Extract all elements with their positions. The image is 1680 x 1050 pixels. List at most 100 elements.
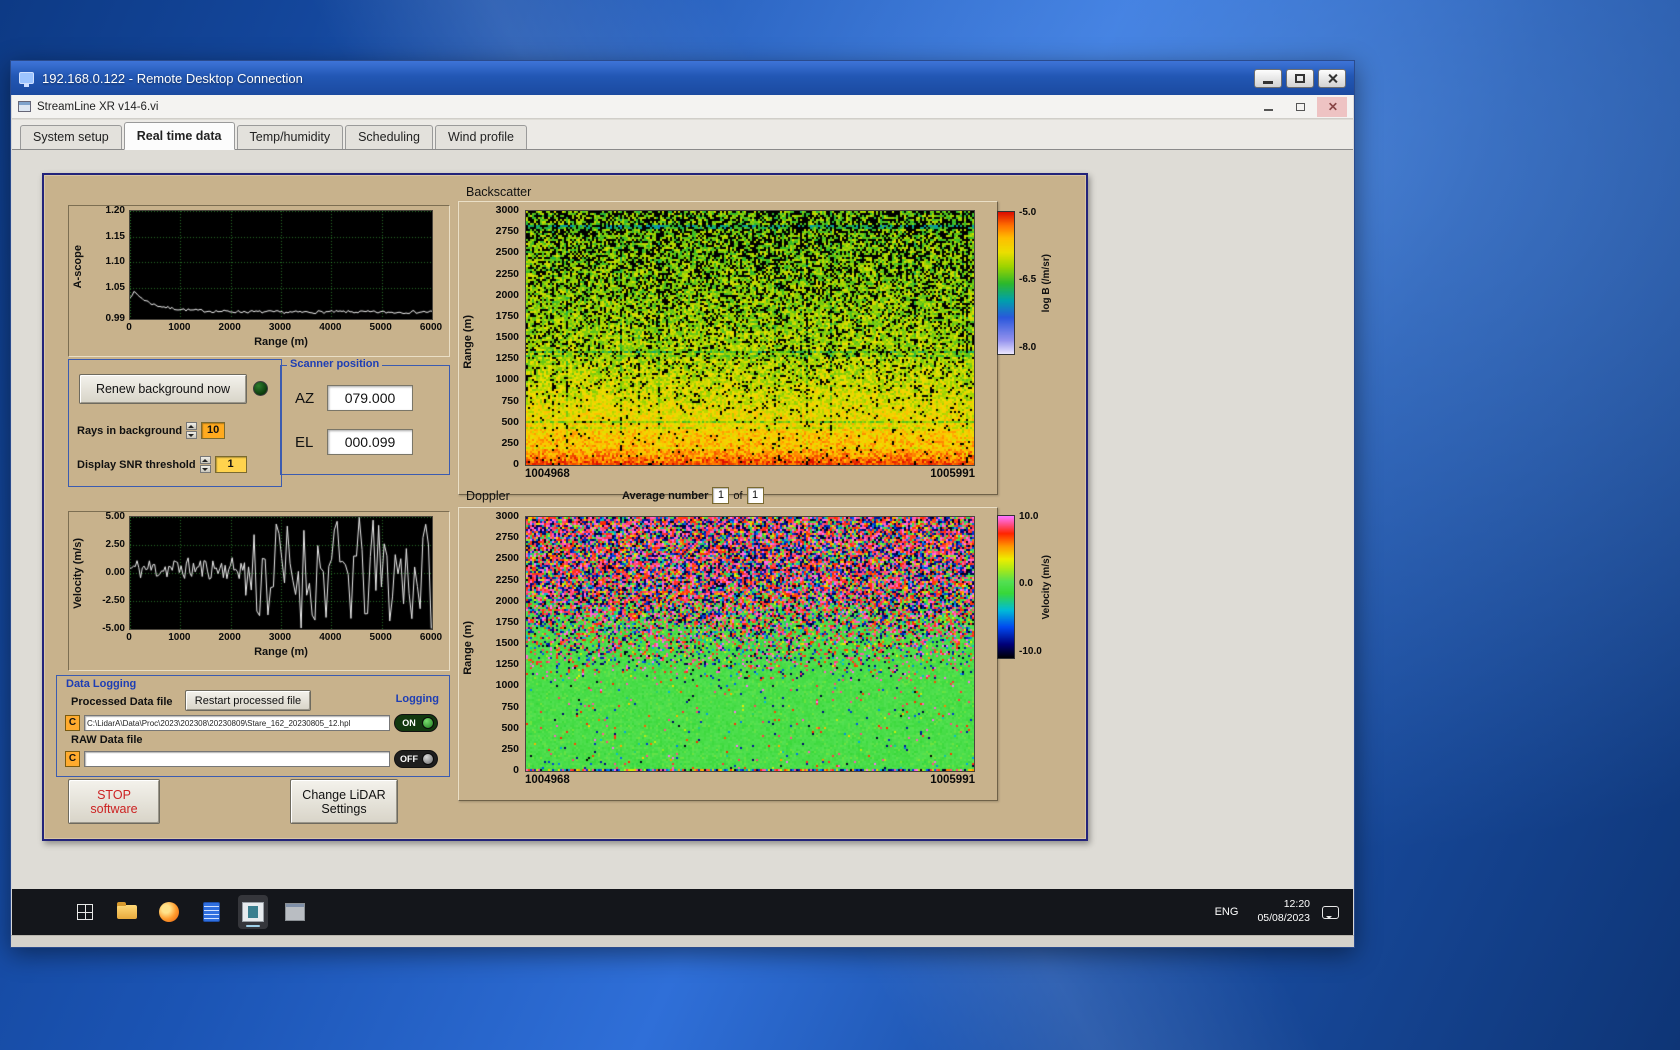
y-tick-label: 1000 [495,679,519,692]
a-scope-x-ticks: 0 1000 2000 3000 4000 5000 6000 [126,322,442,334]
rdp-horizontal-scrollbar[interactable] [11,935,1354,947]
average-total-field[interactable]: 1 [746,487,764,504]
raw-path-drive-icon[interactable]: C [65,751,80,767]
x-tick-start: 1004968 [525,468,570,480]
y-tick-label: 2000 [495,288,519,301]
rdp-close-button[interactable] [1318,68,1346,88]
restart-processed-file-button[interactable]: Restart processed file [185,690,311,711]
x-tick-label: 6000 [419,322,443,333]
y-tick-label: 1.15 [105,230,125,242]
x-tick-label: 0 [126,322,132,333]
y-tick-label: 0 [513,458,519,470]
y-tick-label: 1750 [495,309,519,322]
task-view-button[interactable] [70,895,100,929]
tab-wind-profile[interactable]: Wind profile [434,125,527,149]
remote-desktop-area: StreamLine XR v14-6.vi System setup Real… [12,95,1353,935]
change-lidar-settings-button[interactable]: Change LiDAR Settings [290,779,398,824]
rays-in-background-label: Rays in background [77,424,183,437]
renew-background-button[interactable]: Renew background now [79,374,247,404]
y-tick-label: 250 [501,436,519,449]
minimize-icon [1263,109,1273,111]
rays-spinner[interactable] [186,422,198,439]
y-tick-label: 0.00 [105,567,125,578]
backscatter-y-axis-label: Range (m) [462,315,474,369]
tab-scheduling[interactable]: Scheduling [345,125,433,149]
doppler-colorbar-label: Velocity (m/s) [1041,554,1052,620]
y-tick-label: 1.05 [105,282,125,294]
notification-icon[interactable] [1322,905,1339,919]
x-tick-label: 0 [126,632,132,643]
rdp-minimize-button[interactable] [1254,68,1282,88]
processed-logging-toggle[interactable]: ON [394,714,438,732]
firefox-button[interactable] [154,895,184,929]
backscatter-colorbar-label: log B (/m/sr) [1041,253,1052,313]
y-tick-label: 2750 [495,531,519,544]
raw-logging-toggle[interactable]: OFF [394,750,438,768]
rdp-titlebar[interactable]: 192.168.0.122 - Remote Desktop Connectio… [11,61,1354,95]
spinner-up-icon[interactable] [186,422,198,430]
el-label: EL [295,434,314,451]
velocity-x-axis-label: Range (m) [254,646,308,658]
stop-software-button[interactable]: STOP software [68,779,160,824]
app-titlebar[interactable]: StreamLine XR v14-6.vi [12,95,1353,119]
spinner-up-icon[interactable] [199,456,211,464]
backscatter-colorbar: -5.0 -6.5 -8.0 log B (/m/sr) [997,207,1057,361]
colorbar-tick-min: -8.0 [1019,342,1037,353]
colorbar-tick-min: -10.0 [1019,646,1042,657]
spinner-down-icon[interactable] [186,431,198,439]
colorbar-tick-max: -5.0 [1019,207,1037,218]
tab-real-time-data[interactable]: Real time data [123,122,235,150]
close-icon [1327,102,1336,111]
average-current-field[interactable]: 1 [712,487,730,504]
tab-content: A-scope 1.20 1.15 1.10 1.05 0.99 0 1000 2000 30… [12,151,1353,889]
y-tick-label: 2750 [495,225,519,238]
az-label: AZ [295,390,315,407]
background-led-indicator [253,381,268,396]
tab-temp-humidity[interactable]: Temp/humidity [236,125,344,149]
doppler-colorbar-canvas [997,515,1015,659]
y-tick-label: 3000 [495,510,519,522]
raw-path-field[interactable] [84,751,390,767]
doppler-chart: Range (m) 3000 2750 2500 2250 2000 1750 1500 12… [458,507,998,801]
rdp-window: 192.168.0.122 - Remote Desktop Connectio… [10,60,1355,948]
firefox-icon [159,902,179,922]
processed-path-drive-icon[interactable]: C [65,715,80,731]
change-button-line1: Change LiDAR [302,787,386,802]
maximize-icon [1295,73,1305,83]
snr-value-field[interactable]: 1 [214,456,247,473]
backscatter-x-ticks: 1004968 1005991 [525,468,975,480]
x-tick-label: 5000 [369,322,392,333]
streamline-app-button[interactable] [238,895,268,929]
y-tick-label: 1250 [495,352,519,365]
el-value-field[interactable]: 000.099 [327,429,413,455]
app-minimize-button[interactable] [1253,96,1283,117]
tab-system-setup[interactable]: System setup [20,125,122,149]
velocity-x-ticks: 0 1000 2000 3000 4000 5000 6000 [126,632,442,644]
app-window-icon [18,101,31,112]
average-number-label: Average number [622,489,709,502]
language-indicator[interactable]: ENG [1208,901,1246,923]
scan-window-icon [285,903,305,921]
processed-data-file-label: Processed Data file [71,696,173,708]
app-restore-button[interactable] [1285,96,1315,117]
app-close-button[interactable] [1317,96,1347,117]
y-tick-label: 1750 [495,615,519,628]
colorbar-tick-max: 10.0 [1019,511,1039,522]
y-tick-label: 1500 [495,637,519,649]
y-tick-label: -2.50 [102,595,125,606]
x-tick-label: 4000 [319,632,342,643]
backscatter-y-ticks: 3000 2750 2500 2250 2000 1750 1500 1250 1000 750 5… [477,204,521,470]
file-explorer-button[interactable] [112,895,142,929]
colorbar-tick-mid: -6.5 [1019,274,1037,285]
spinner-down-icon[interactable] [199,465,211,473]
notepad-button[interactable] [196,895,226,929]
a-scope-y-ticks: 1.20 1.15 1.10 1.05 0.99 [83,205,127,324]
clock[interactable]: 12:20 05/08/2023 [1257,898,1310,925]
processed-path-field[interactable]: C:\LidarA\Data\Proc\2023\202308\20230809… [84,715,390,731]
snr-spinner[interactable] [199,456,211,473]
rdp-maximize-button[interactable] [1286,68,1314,88]
az-value-field[interactable]: 079.000 [327,385,413,411]
rays-value-field[interactable]: 10 [201,422,226,439]
doppler-y-axis-label: Range (m) [462,621,474,675]
scan-scheduler-button[interactable] [280,895,310,929]
